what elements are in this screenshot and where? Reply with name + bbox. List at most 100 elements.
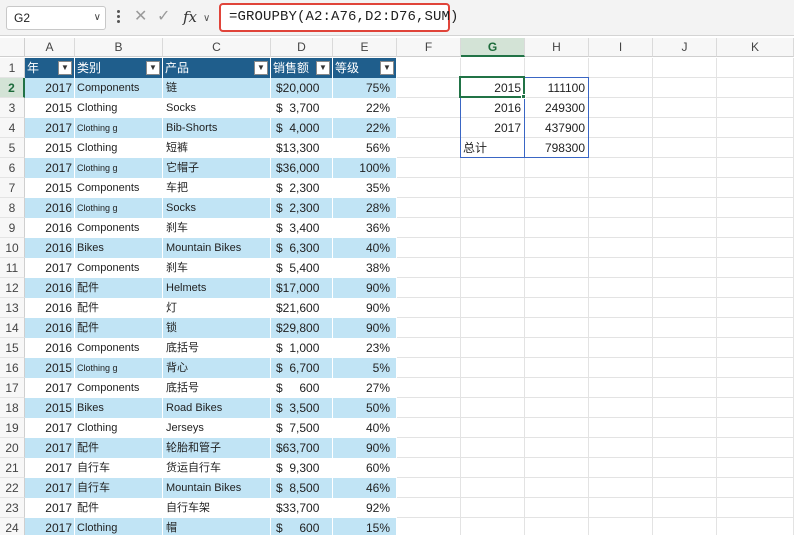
table-cell-product[interactable]: 短裤 — [163, 138, 271, 158]
checkmark-icon[interactable]: ✓ — [157, 7, 170, 27]
row-header-12[interactable]: 12 — [0, 278, 25, 298]
table-cell-sales[interactable]: $33,700 — [271, 498, 333, 518]
row-header-5[interactable]: 5 — [0, 138, 25, 158]
table-cell-category[interactable]: Clothing — [75, 98, 163, 118]
row-header-13[interactable]: 13 — [0, 298, 25, 318]
table-cell-sales[interactable]: $ 6,700 — [271, 358, 333, 378]
table-cell-category[interactable]: Components — [75, 258, 163, 278]
table-cell-category[interactable]: Clothing g — [75, 198, 163, 218]
name-box[interactable]: G2 ∨ — [6, 6, 106, 30]
table-cell-product[interactable]: 货运自行车 — [163, 458, 271, 478]
table-cell-product[interactable]: 车把 — [163, 178, 271, 198]
table-cell-year[interactable]: 2016 — [25, 238, 75, 258]
table-cell-category[interactable]: Components — [75, 218, 163, 238]
row-header-16[interactable]: 16 — [0, 358, 25, 378]
table-cell-year[interactable]: 2017 — [25, 518, 75, 535]
table-cell-product[interactable]: Jerseys — [163, 418, 271, 438]
table-cell-product[interactable]: 它帽子 — [163, 158, 271, 178]
row-header-20[interactable]: 20 — [0, 438, 25, 458]
row-header-24[interactable]: 24 — [0, 518, 25, 535]
table-cell-grade[interactable]: 35% — [333, 178, 397, 198]
table-cell-grade[interactable]: 23% — [333, 338, 397, 358]
table-cell-year[interactable]: 2015 — [25, 178, 75, 198]
filter-dropdown-icon[interactable]: ▼ — [58, 61, 72, 75]
table-header-cell[interactable]: 年 ▼ — [25, 58, 75, 78]
table-cell-grade[interactable]: 90% — [333, 298, 397, 318]
table-cell-product[interactable]: 刹车 — [163, 258, 271, 278]
table-cell-product[interactable]: 灯 — [163, 298, 271, 318]
table-cell-category[interactable]: Components — [75, 378, 163, 398]
table-cell-category[interactable]: Clothing g — [75, 358, 163, 378]
table-cell-product[interactable]: 轮胎和管子 — [163, 438, 271, 458]
row-header-9[interactable]: 9 — [0, 218, 25, 238]
table-cell-sales[interactable]: $21,600 — [271, 298, 333, 318]
table-cell-grade[interactable]: 36% — [333, 218, 397, 238]
table-cell-grade[interactable]: 22% — [333, 98, 397, 118]
column-header-f[interactable]: F — [397, 38, 461, 57]
table-cell-product[interactable]: 底括号 — [163, 378, 271, 398]
table-header-cell[interactable]: 产品 ▼ — [163, 58, 271, 78]
row-header-6[interactable]: 6 — [0, 158, 25, 178]
table-cell-category[interactable]: 自行车 — [75, 458, 163, 478]
table-cell-category[interactable]: Clothing g — [75, 118, 163, 138]
table-cell-sales[interactable]: $ 5,400 — [271, 258, 333, 278]
fill-handle[interactable] — [521, 94, 526, 99]
table-cell-grade[interactable]: 27% — [333, 378, 397, 398]
row-header-22[interactable]: 22 — [0, 478, 25, 498]
table-cell-year[interactable]: 2017 — [25, 458, 75, 478]
table-cell-year[interactable]: 2016 — [25, 278, 75, 298]
table-cell-product[interactable]: 刹车 — [163, 218, 271, 238]
groupby-value-cell[interactable]: 249300 — [525, 98, 587, 118]
row-header-10[interactable]: 10 — [0, 238, 25, 258]
table-cell-year[interactable]: 2017 — [25, 258, 75, 278]
table-cell-year[interactable]: 2016 — [25, 218, 75, 238]
table-cell-sales[interactable]: $ 3,500 — [271, 398, 333, 418]
fx-chevron-down-icon[interactable]: ∨ — [203, 9, 210, 29]
table-cell-year[interactable]: 2016 — [25, 198, 75, 218]
row-header-3[interactable]: 3 — [0, 98, 25, 118]
table-cell-year[interactable]: 2015 — [25, 358, 75, 378]
table-cell-category[interactable]: Clothing g — [75, 158, 163, 178]
table-cell-category[interactable]: Components — [75, 178, 163, 198]
table-cell-product[interactable]: 自行车架 — [163, 498, 271, 518]
table-cell-year[interactable]: 2017 — [25, 118, 75, 138]
table-cell-category[interactable]: 配件 — [75, 318, 163, 338]
table-cell-category[interactable]: 配件 — [75, 298, 163, 318]
table-cell-product[interactable]: Bib-Shorts — [163, 118, 271, 138]
table-cell-category[interactable]: Components — [75, 338, 163, 358]
table-cell-year[interactable]: 2017 — [25, 158, 75, 178]
table-cell-product[interactable]: Mountain Bikes — [163, 238, 271, 258]
groupby-value-cell[interactable]: 798300 — [525, 138, 587, 158]
table-cell-product[interactable]: Socks — [163, 98, 271, 118]
table-cell-grade[interactable]: 100% — [333, 158, 397, 178]
groupby-value-cell[interactable]: 111100 — [525, 78, 587, 98]
table-cell-grade[interactable]: 40% — [333, 238, 397, 258]
table-cell-category[interactable]: 自行车 — [75, 478, 163, 498]
row-header-4[interactable]: 4 — [0, 118, 25, 138]
table-cell-product[interactable]: 底括号 — [163, 338, 271, 358]
table-cell-product[interactable]: Socks — [163, 198, 271, 218]
groupby-key-cell[interactable]: 总计 — [461, 138, 523, 158]
table-cell-sales[interactable]: $ 7,500 — [271, 418, 333, 438]
table-cell-grade[interactable]: 92% — [333, 498, 397, 518]
groupby-key-cell[interactable]: 2017 — [461, 118, 523, 138]
groupby-key-cell[interactable]: 2016 — [461, 98, 523, 118]
row-header-8[interactable]: 8 — [0, 198, 25, 218]
row-header-2[interactable]: 2 — [0, 78, 25, 98]
table-cell-sales[interactable]: $17,000 — [271, 278, 333, 298]
table-cell-category[interactable]: Components — [75, 78, 163, 98]
table-cell-grade[interactable]: 90% — [333, 438, 397, 458]
table-cell-product[interactable]: 锁 — [163, 318, 271, 338]
table-cell-year[interactable]: 2017 — [25, 378, 75, 398]
table-cell-year[interactable]: 2017 — [25, 478, 75, 498]
column-header-h[interactable]: H — [525, 38, 589, 57]
row-header-17[interactable]: 17 — [0, 378, 25, 398]
table-cell-product[interactable]: 链 — [163, 78, 271, 98]
table-cell-sales[interactable]: $13,300 — [271, 138, 333, 158]
table-cell-product[interactable]: 背心 — [163, 358, 271, 378]
table-cell-grade[interactable]: 38% — [333, 258, 397, 278]
table-cell-category[interactable]: 配件 — [75, 278, 163, 298]
row-header-15[interactable]: 15 — [0, 338, 25, 358]
table-cell-category[interactable]: Bikes — [75, 398, 163, 418]
table-cell-year[interactable]: 2017 — [25, 418, 75, 438]
